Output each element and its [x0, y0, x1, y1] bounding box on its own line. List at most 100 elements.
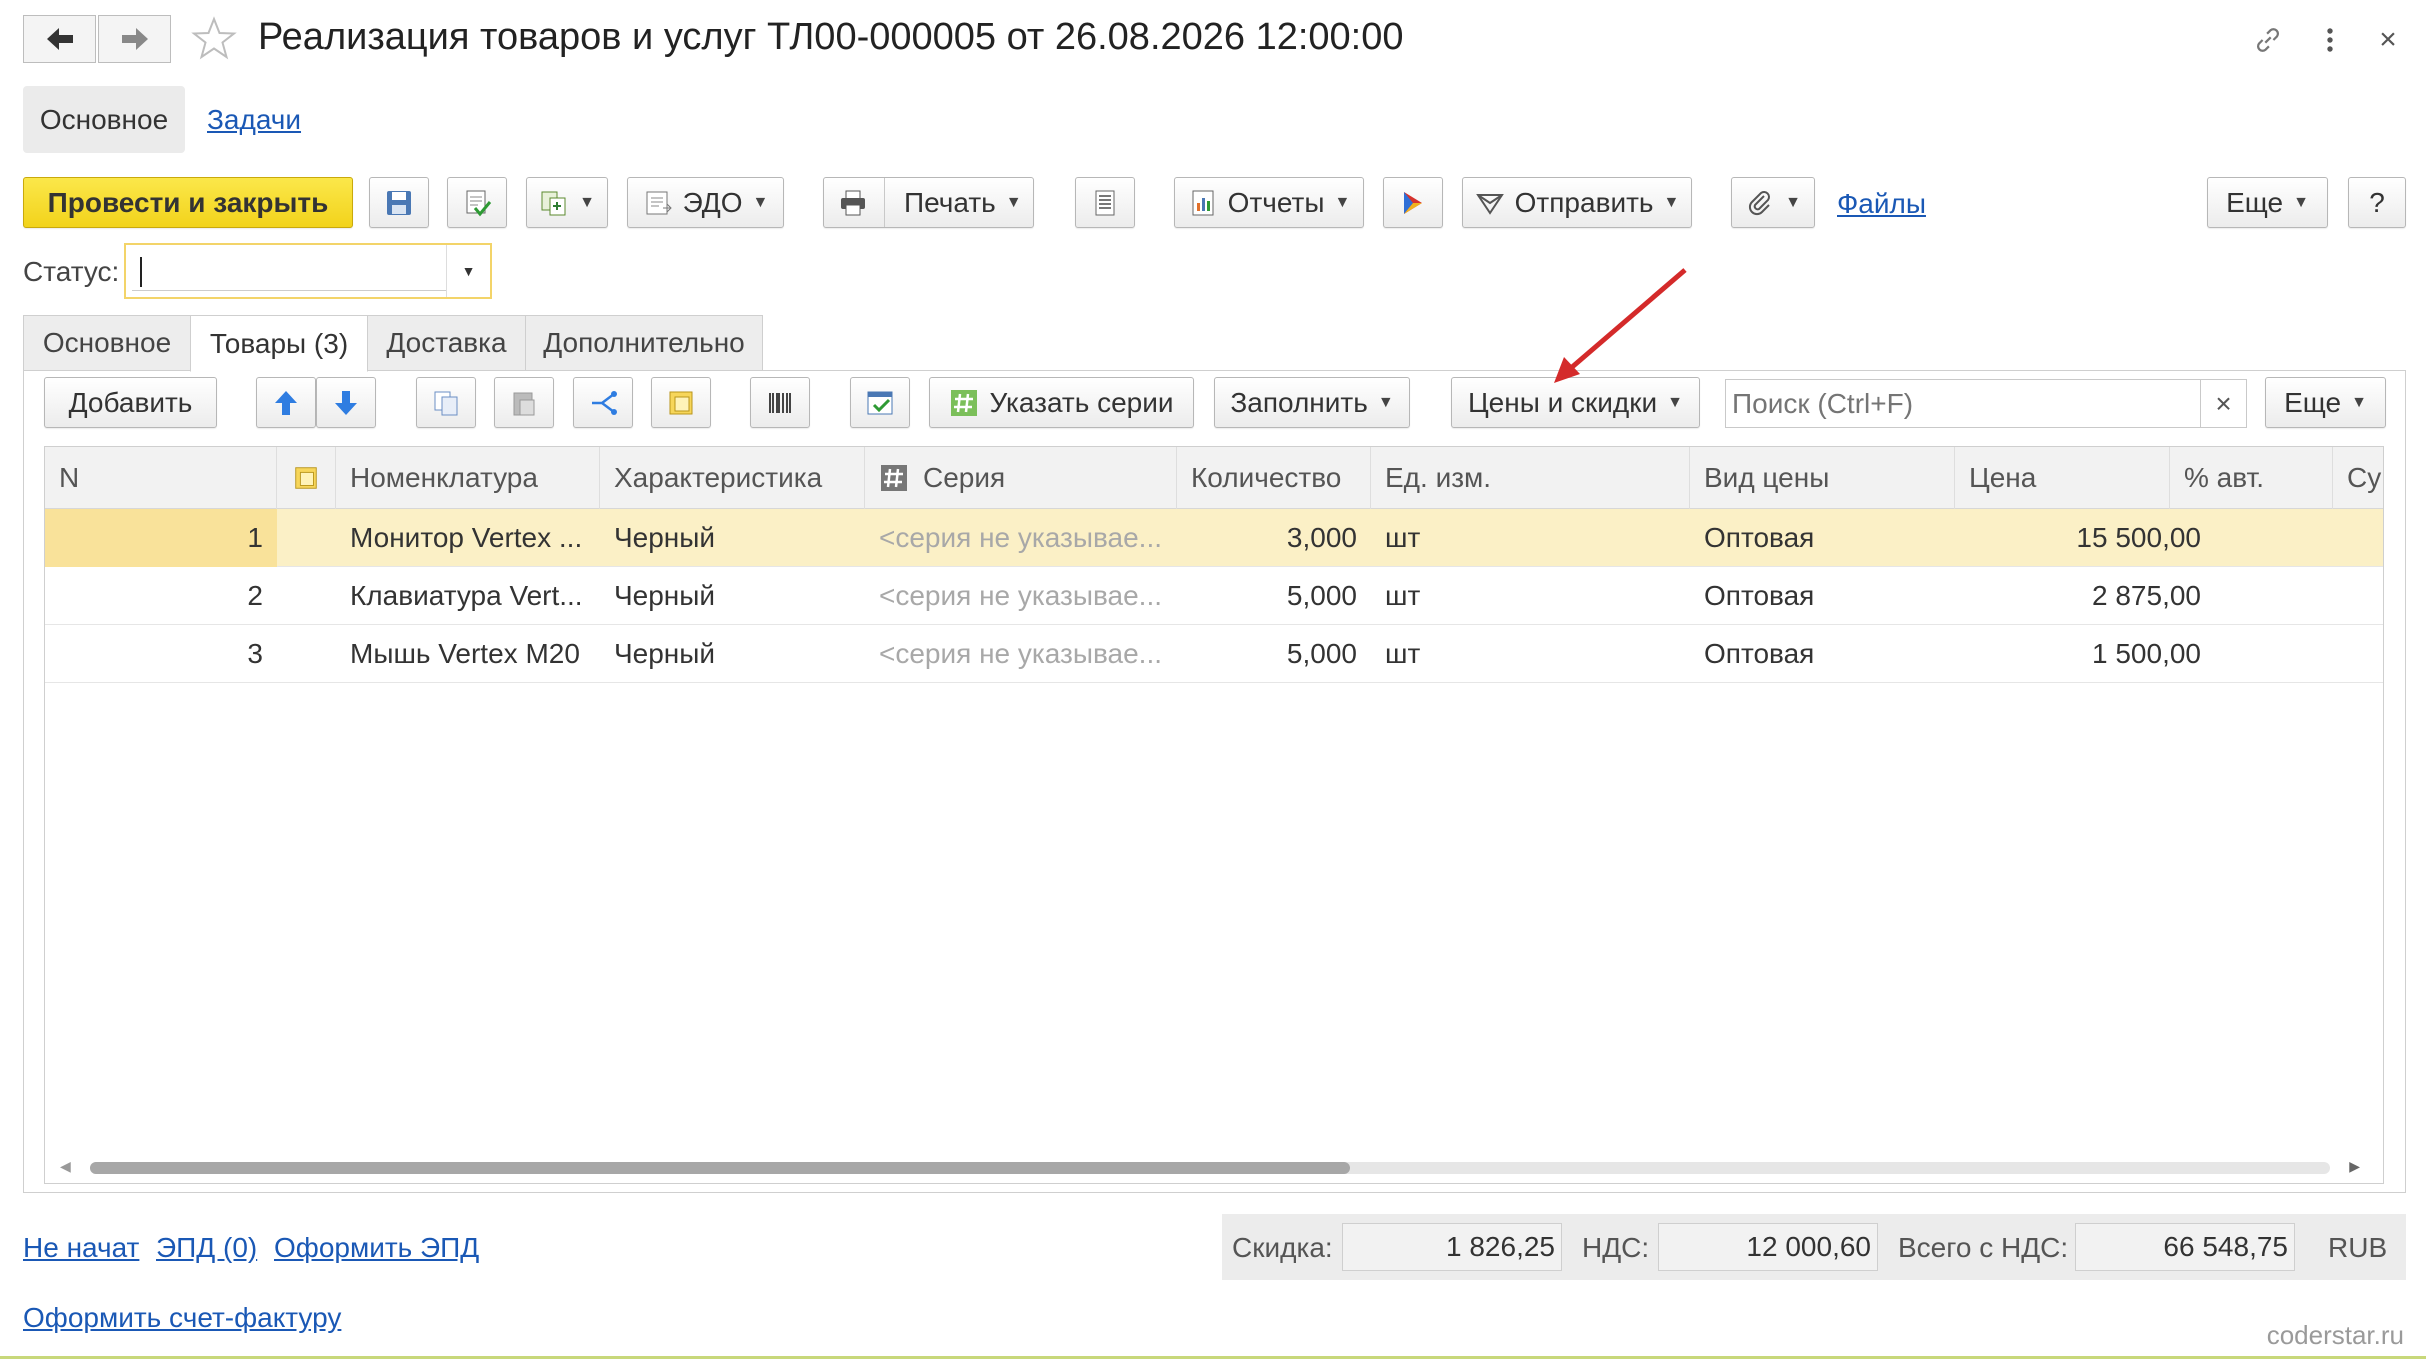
link-icon[interactable] — [2248, 20, 2288, 60]
arrow-right-icon — [121, 28, 148, 50]
select-button[interactable] — [651, 377, 711, 428]
print-button[interactable]: Печать ▼ — [823, 177, 1034, 228]
star-icon[interactable] — [190, 15, 238, 63]
column-header-unit[interactable]: Ед. изм. — [1371, 447, 1690, 509]
document-list-icon — [1095, 190, 1115, 215]
tab-delivery[interactable]: Доставка — [367, 315, 526, 371]
make-invoice-link[interactable]: Оформить счет-фактуру — [23, 1302, 341, 1334]
scroll-right-icon[interactable]: ▶ — [2349, 1158, 2360, 1175]
save-button[interactable] — [369, 177, 429, 228]
section-main[interactable]: Основное — [23, 86, 185, 153]
copy-button[interactable] — [416, 377, 476, 428]
totals-panel: Скидка: 1 826,25 НДС: 12 000,60 Всего с … — [1222, 1214, 2406, 1280]
section-tasks-link[interactable]: Задачи — [207, 104, 301, 136]
arrow-up-icon — [275, 390, 297, 415]
chevron-down-icon: ▼ — [579, 193, 595, 211]
chevron-down-icon: ▼ — [1334, 193, 1351, 211]
search-field[interactable]: × — [1725, 379, 2247, 428]
status-not-started-link[interactable]: Не начат — [23, 1232, 139, 1264]
cell-nomenclature: Монитор Vertex ... — [350, 522, 583, 553]
goods-more-button[interactable]: Еще ▼ — [2265, 377, 2386, 428]
chevron-down-icon: ▼ — [1663, 193, 1680, 211]
forward-button[interactable] — [98, 15, 171, 63]
column-header-sum[interactable]: Су — [2333, 447, 2383, 509]
cell-quantity: 5,000 — [1286, 580, 1357, 611]
edo-button[interactable]: ЭДО ▼ — [627, 177, 784, 228]
edo-label: ЭДО — [682, 186, 743, 218]
table-row[interactable]: 3 Мышь Vertex M20 Черный <серия не указы… — [45, 625, 2383, 683]
specify-series-button[interactable]: Указать серии — [929, 377, 1194, 428]
tab-main[interactable]: Основное — [23, 315, 191, 371]
cell-series: <серия не указывае... — [879, 580, 1163, 611]
goods-table[interactable]: N Номенклатура Характеристика Серия Коли… — [44, 446, 2384, 1184]
check-table-button[interactable] — [850, 377, 910, 428]
column-header-picture[interactable] — [277, 447, 336, 509]
table-row[interactable]: 2 Клавиатура Vert... Черный <серия не ук… — [45, 567, 2383, 625]
chevron-down-icon: ▼ — [2351, 393, 2367, 411]
vat-label: НДС: — [1582, 1232, 1650, 1263]
post-and-close-label: Провести и закрыть — [47, 186, 329, 218]
cell-nomenclature: Клавиатура Vert... — [350, 580, 583, 611]
search-input[interactable] — [1726, 380, 2201, 427]
add-button[interactable]: Добавить — [44, 377, 217, 428]
post-button[interactable] — [447, 177, 507, 228]
fill-label: Заполнить — [1230, 386, 1368, 418]
epd-link[interactable]: ЭПД (0) — [156, 1232, 257, 1264]
clear-search-button[interactable]: × — [2200, 380, 2246, 427]
cell-price-type: Оптовая — [1704, 638, 1815, 669]
reports-button[interactable]: Отчеты ▼ — [1174, 177, 1364, 228]
column-header-price-type[interactable]: Вид цены — [1690, 447, 1955, 509]
column-header-n[interactable]: N — [45, 447, 277, 509]
cell-n: 2 — [247, 580, 263, 611]
chevron-down-icon: ▼ — [461, 263, 476, 279]
column-header-quantity[interactable]: Количество — [1177, 447, 1371, 509]
report-icon — [1192, 190, 1214, 215]
watermark: coderstar.ru — [2266, 1320, 2404, 1350]
share-button[interactable] — [1383, 177, 1443, 228]
attachments-button[interactable]: ▼ — [1731, 177, 1815, 228]
fill-button[interactable]: Заполнить ▼ — [1214, 377, 1410, 428]
send-icon — [1475, 193, 1504, 215]
column-header-characteristic[interactable]: Характеристика — [600, 447, 865, 509]
column-header-nomenclature[interactable]: Номенклатура — [336, 447, 600, 509]
horizontal-scrollbar[interactable]: ◀ ▶ — [50, 1158, 2370, 1176]
more-button[interactable]: Еще ▼ — [2207, 177, 2328, 228]
text-cursor — [140, 257, 142, 287]
cell-price: 15 500,00 — [2076, 522, 2201, 553]
annotation-arrow-icon — [1554, 268, 1687, 383]
scroll-thumb[interactable] — [90, 1162, 1350, 1174]
column-header-auto-discount[interactable]: % авт. — [2170, 447, 2333, 509]
close-button[interactable]: × — [2368, 20, 2408, 60]
goods-more-label: Еще — [2284, 386, 2342, 418]
move-up-button[interactable] — [256, 377, 316, 428]
tab-goods[interactable]: Товары (3) — [190, 315, 368, 372]
tab-additional[interactable]: Дополнительно — [525, 315, 763, 371]
column-header-price[interactable]: Цена — [1955, 447, 2170, 509]
move-down-button[interactable] — [316, 377, 376, 428]
journal-button[interactable] — [1075, 177, 1135, 228]
discount-label: Скидка: — [1232, 1232, 1333, 1263]
status-input[interactable] — [132, 251, 446, 291]
send-button[interactable]: Отправить ▼ — [1462, 177, 1692, 228]
barcode-button[interactable] — [750, 377, 810, 428]
currency-label: RUB — [2328, 1232, 2388, 1263]
status-field[interactable]: ▼ — [124, 243, 492, 299]
help-button[interactable]: ? — [2348, 177, 2406, 228]
scroll-left-icon[interactable]: ◀ — [60, 1158, 71, 1175]
table-check-icon — [867, 391, 893, 414]
more-vertical-icon[interactable] — [2310, 20, 2350, 60]
create-based-on-button[interactable]: ▼ — [526, 177, 608, 228]
back-button[interactable] — [23, 15, 96, 63]
post-and-close-button[interactable]: Провести и закрыть — [23, 177, 353, 228]
print-label: Печать — [904, 186, 996, 218]
make-epd-link[interactable]: Оформить ЭПД — [274, 1232, 479, 1264]
table-row[interactable]: 1 Монитор Vertex ... Черный <серия не ук… — [45, 509, 2383, 567]
paste-button[interactable] — [494, 377, 554, 428]
split-row-button[interactable] — [573, 377, 633, 428]
column-header-series[interactable]: Серия — [865, 447, 1177, 509]
files-link[interactable]: Файлы — [1837, 188, 1926, 220]
discount-value: 1 826,25 — [1342, 1223, 1562, 1271]
status-dropdown-button[interactable]: ▼ — [446, 245, 490, 297]
hash-icon — [951, 389, 978, 416]
cell-characteristic: Черный — [614, 522, 716, 553]
